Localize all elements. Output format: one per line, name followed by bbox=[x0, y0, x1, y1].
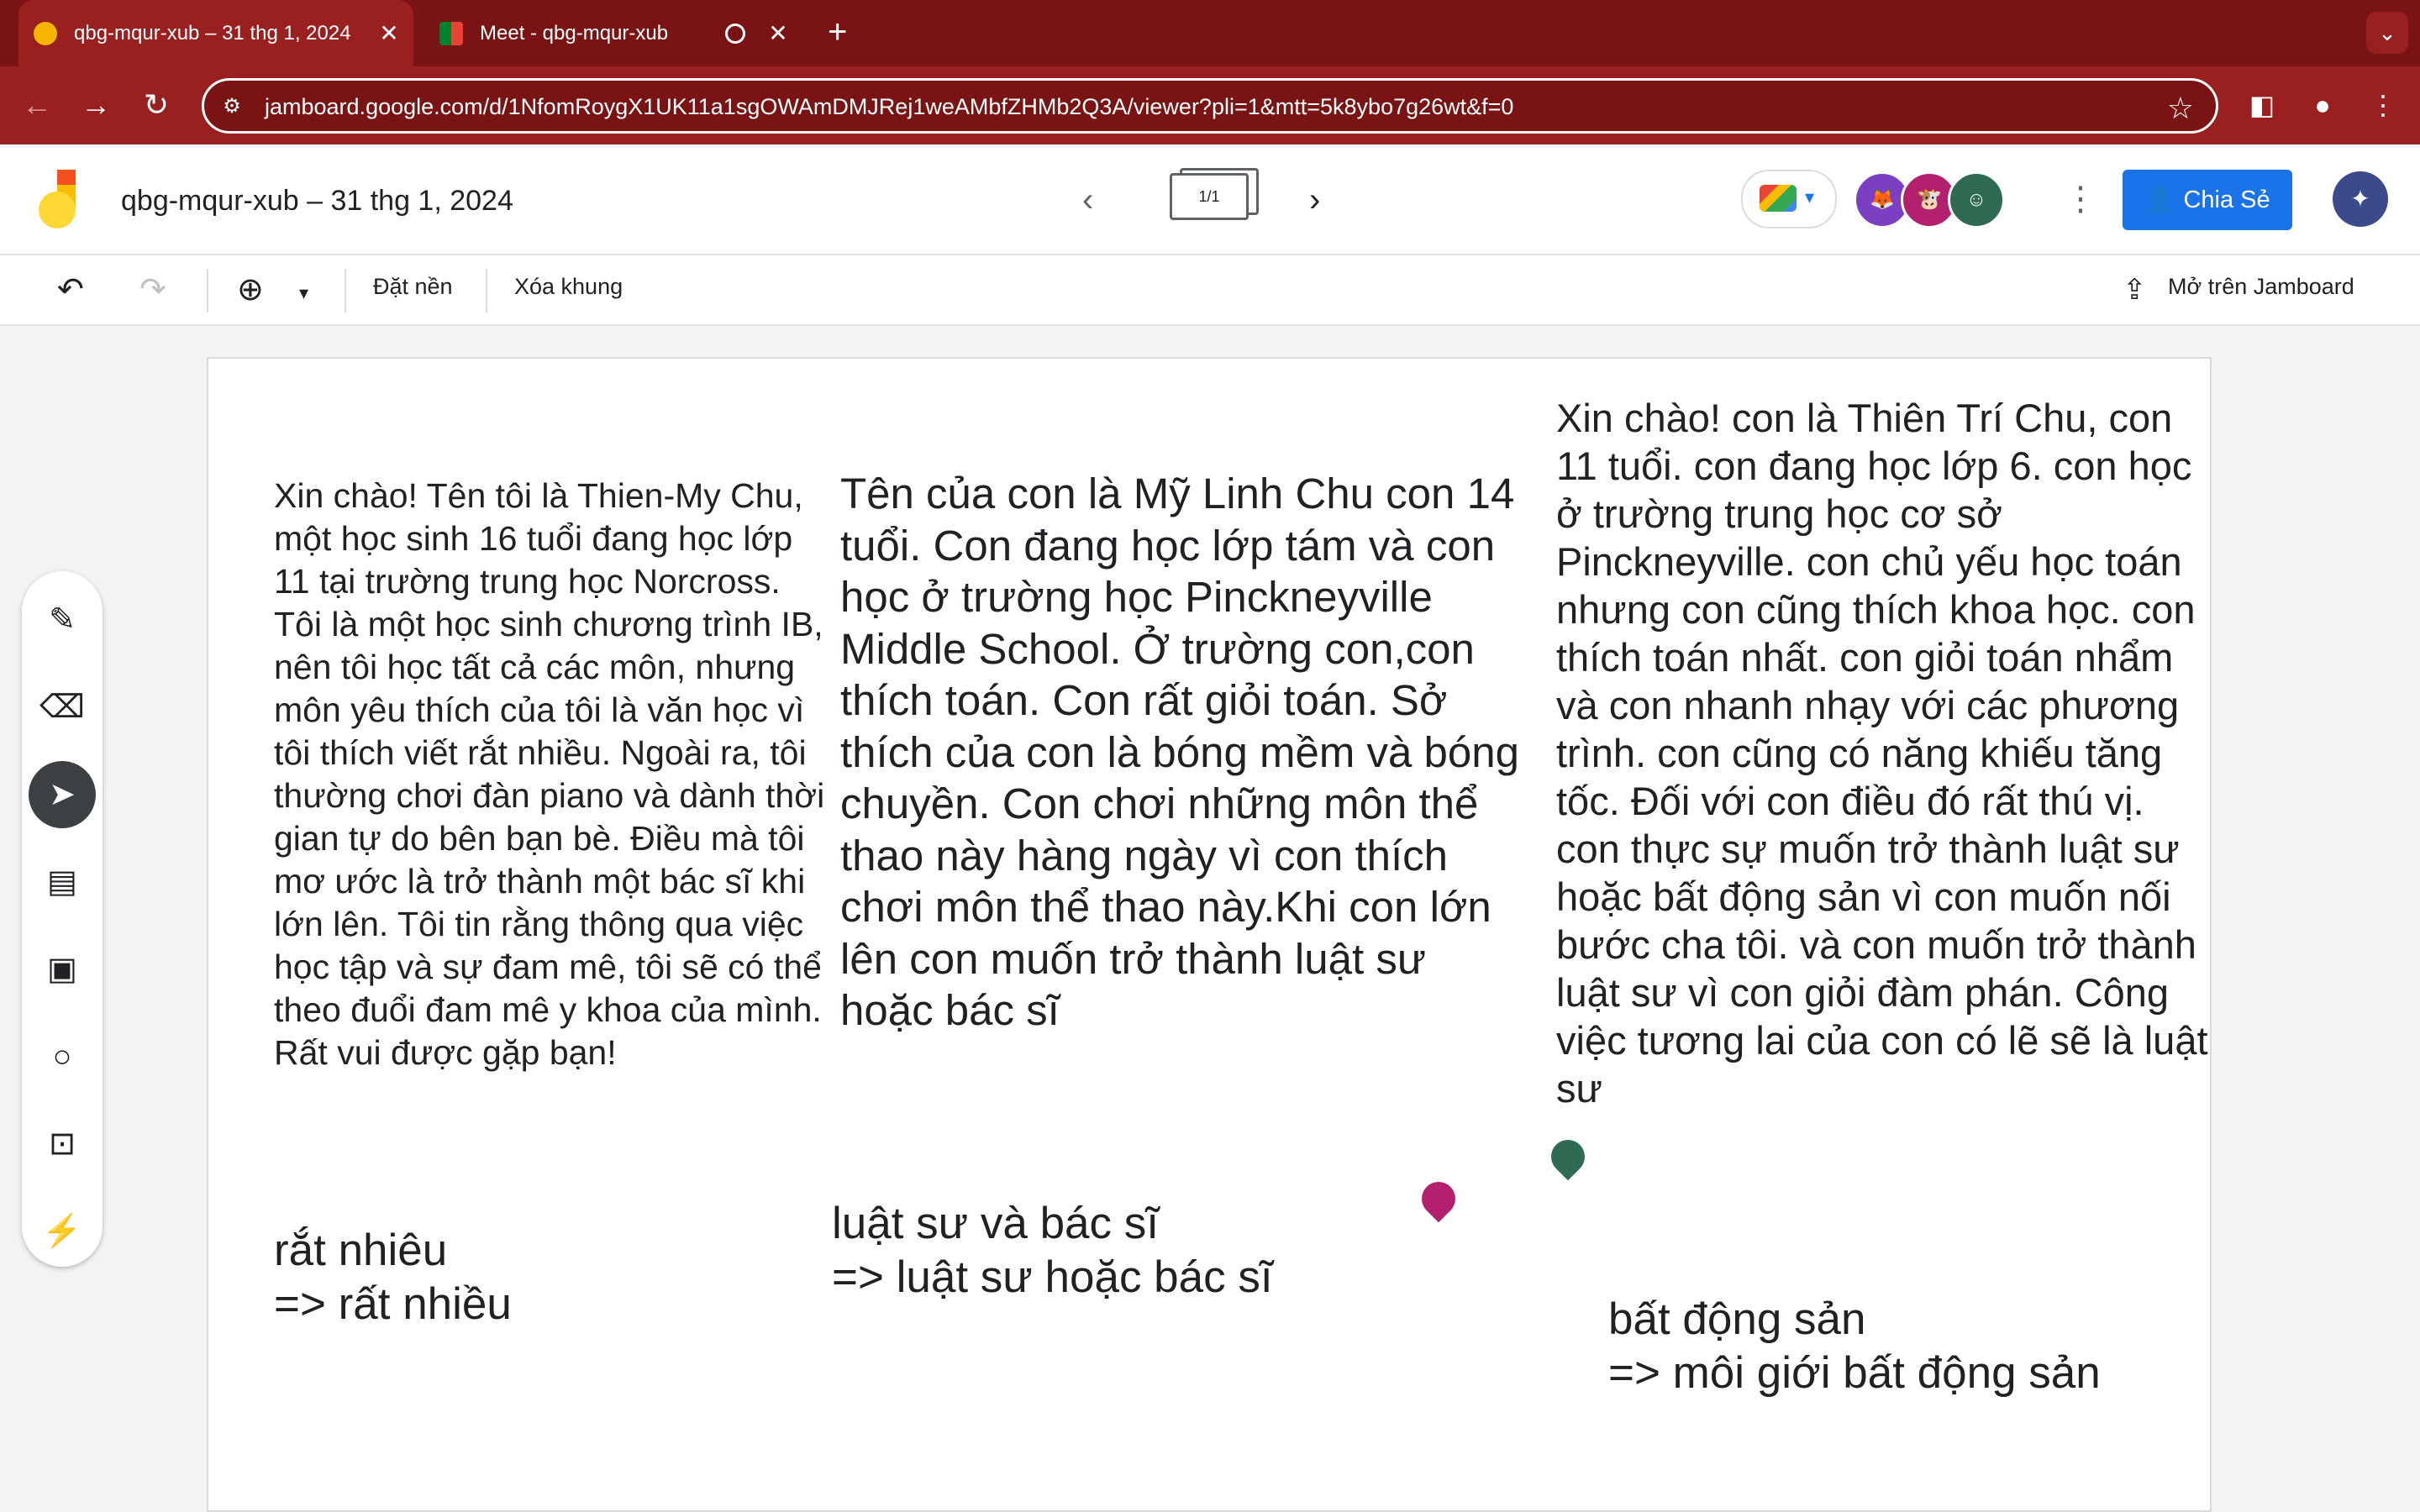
app-header: qbg-mqur-xub – 31 thg 1, 2024 ‹ 1/1 › ▾ … bbox=[0, 144, 2420, 255]
tab-search-button[interactable]: ⌄ bbox=[2366, 12, 2408, 54]
document-title: qbg-mqur-xub – 31 thg 1, 2024 bbox=[121, 185, 513, 217]
clear-frame-button[interactable]: Xóa khung bbox=[514, 274, 623, 300]
note-line: => rất nhiều bbox=[274, 1279, 512, 1329]
back-button[interactable]: ← bbox=[17, 85, 57, 125]
tab-title: qbg-mqur-xub – 31 thg 1, 2024 bbox=[74, 21, 351, 45]
note-line: rắt nhiêu bbox=[274, 1226, 448, 1275]
collaborator-cursor-pin bbox=[1414, 1174, 1463, 1223]
close-icon[interactable]: ✕ bbox=[765, 19, 791, 47]
correction-note[interactable]: rắt nhiêu => rất nhiều bbox=[274, 1224, 512, 1331]
new-tab-button[interactable]: + bbox=[828, 13, 847, 50]
note-line: => môi giới bất động sản bbox=[1608, 1348, 2101, 1398]
pen-icon[interactable]: ✎ bbox=[35, 593, 89, 647]
chevron-down-icon[interactable]: ▾ bbox=[299, 276, 308, 311]
jamboard-icon bbox=[34, 21, 57, 45]
recording-icon bbox=[725, 23, 745, 44]
avatar[interactable]: ☺ bbox=[1948, 171, 2005, 228]
forward-button[interactable]: → bbox=[76, 85, 116, 125]
board-toolbar: ↶ ↷ ⊕ ▾ Đặt nền Xóa khung ⇪ Mở trên Jamb… bbox=[0, 255, 2420, 326]
set-background-button[interactable]: Đặt nền bbox=[373, 274, 453, 300]
browser-menu-icon[interactable]: ⋮ bbox=[2363, 85, 2403, 125]
text-box[interactable]: Xin chào! Tên tôi là Thien-My Chu, một h… bbox=[274, 475, 829, 1074]
chevron-down-icon: ▾ bbox=[1805, 186, 1815, 207]
reload-button[interactable]: ↻ bbox=[136, 85, 176, 125]
person-add-icon: 👤 bbox=[2144, 186, 2175, 213]
side-panel-icon[interactable]: ◧ bbox=[2242, 85, 2282, 125]
tab-title: Meet - qbg-mqur-xub bbox=[480, 21, 669, 45]
address-bar[interactable]: ⚙ jamboard.google.com/d/1NfomRoygX1UK11a… bbox=[202, 78, 2218, 134]
toolbar-divider bbox=[486, 269, 487, 312]
profile-icon[interactable]: ● bbox=[2302, 85, 2343, 125]
correction-note[interactable]: luật sư và bác sĩ => luật sư hoặc bác sĩ bbox=[832, 1197, 1273, 1305]
tab-jamboard[interactable]: qbg-mqur-xub – 31 thg 1, 2024 ✕ bbox=[18, 0, 413, 66]
jam-canvas[interactable]: Xin chào! Tên tôi là Thien-My Chu, một h… bbox=[207, 357, 2212, 1512]
text-box[interactable]: Tên của con là Mỹ Linh Chu con 14 tuổi. … bbox=[840, 468, 1529, 1037]
correction-note[interactable]: bất động sản => môi giới bất động sản bbox=[1608, 1293, 2101, 1400]
circle-shape-icon[interactable]: ○ bbox=[35, 1030, 89, 1084]
share-label: Chia Sẻ bbox=[2183, 186, 2270, 213]
toolbar-divider bbox=[345, 269, 346, 312]
note-line: bất động sản bbox=[1608, 1294, 1866, 1344]
select-pointer-icon[interactable]: ➤ bbox=[29, 761, 96, 828]
tab-meet[interactable]: Meet - qbg-mqur-xub ✕ bbox=[424, 0, 802, 66]
site-info-icon[interactable]: ⚙ bbox=[219, 94, 245, 119]
meet-button[interactable]: ▾ bbox=[1741, 170, 1837, 228]
frame-bar-button[interactable]: 1/1 bbox=[1170, 173, 1249, 220]
image-icon[interactable]: ▣ bbox=[35, 942, 89, 996]
meet-icon bbox=[439, 21, 463, 45]
next-frame-icon[interactable]: › bbox=[1309, 181, 1320, 219]
url-text: jamboard.google.com/d/1NfomRoygX1UK11a1s… bbox=[265, 94, 1514, 119]
share-button[interactable]: 👤 Chia Sẻ bbox=[2123, 170, 2292, 230]
collaborator-cursor-pin bbox=[1544, 1132, 1592, 1181]
redo-icon[interactable]: ↷ bbox=[139, 272, 166, 307]
eraser-icon[interactable]: ⌫ bbox=[35, 680, 89, 734]
laser-icon[interactable]: ⚡ bbox=[35, 1205, 89, 1258]
jamboard-logo bbox=[39, 170, 76, 228]
note-line: luật sư và bác sĩ bbox=[832, 1199, 1159, 1248]
toolbar-divider bbox=[207, 269, 208, 312]
zoom-icon[interactable]: ⊕ bbox=[237, 272, 264, 307]
undo-icon[interactable]: ↶ bbox=[57, 272, 84, 307]
drawing-tools-panel: ✎ ⌫ ➤ ▤ ▣ ○ ⊡ ⚡ bbox=[22, 571, 103, 1267]
bookmark-star-icon[interactable]: ☆ bbox=[2167, 91, 2194, 126]
open-external-icon[interactable]: ⇪ bbox=[2123, 272, 2147, 307]
close-icon[interactable]: ✕ bbox=[376, 19, 402, 47]
text-box[interactable]: Xin chào! con là Thiên Trí Chu, con 11 t… bbox=[1556, 394, 2212, 1112]
sticky-note-icon[interactable]: ▤ bbox=[35, 855, 89, 909]
note-line: => luật sư hoặc bác sĩ bbox=[832, 1252, 1273, 1302]
text-box-icon[interactable]: ⊡ bbox=[35, 1117, 89, 1171]
meet-icon bbox=[1760, 185, 1797, 212]
previous-frame-icon[interactable]: ‹ bbox=[1082, 181, 1093, 219]
more-options-icon[interactable]: ⋮ bbox=[2064, 180, 2097, 218]
browser-tab-bar: qbg-mqur-xub – 31 thg 1, 2024 ✕ Meet - q… bbox=[0, 0, 2420, 66]
address-bar-row: ← → ↻ ⚙ jamboard.google.com/d/1NfomRoygX… bbox=[0, 66, 2420, 144]
account-avatar[interactable]: ✦ bbox=[2333, 171, 2388, 227]
open-in-jamboard-button[interactable]: Mở trên Jamboard bbox=[2168, 274, 2354, 300]
